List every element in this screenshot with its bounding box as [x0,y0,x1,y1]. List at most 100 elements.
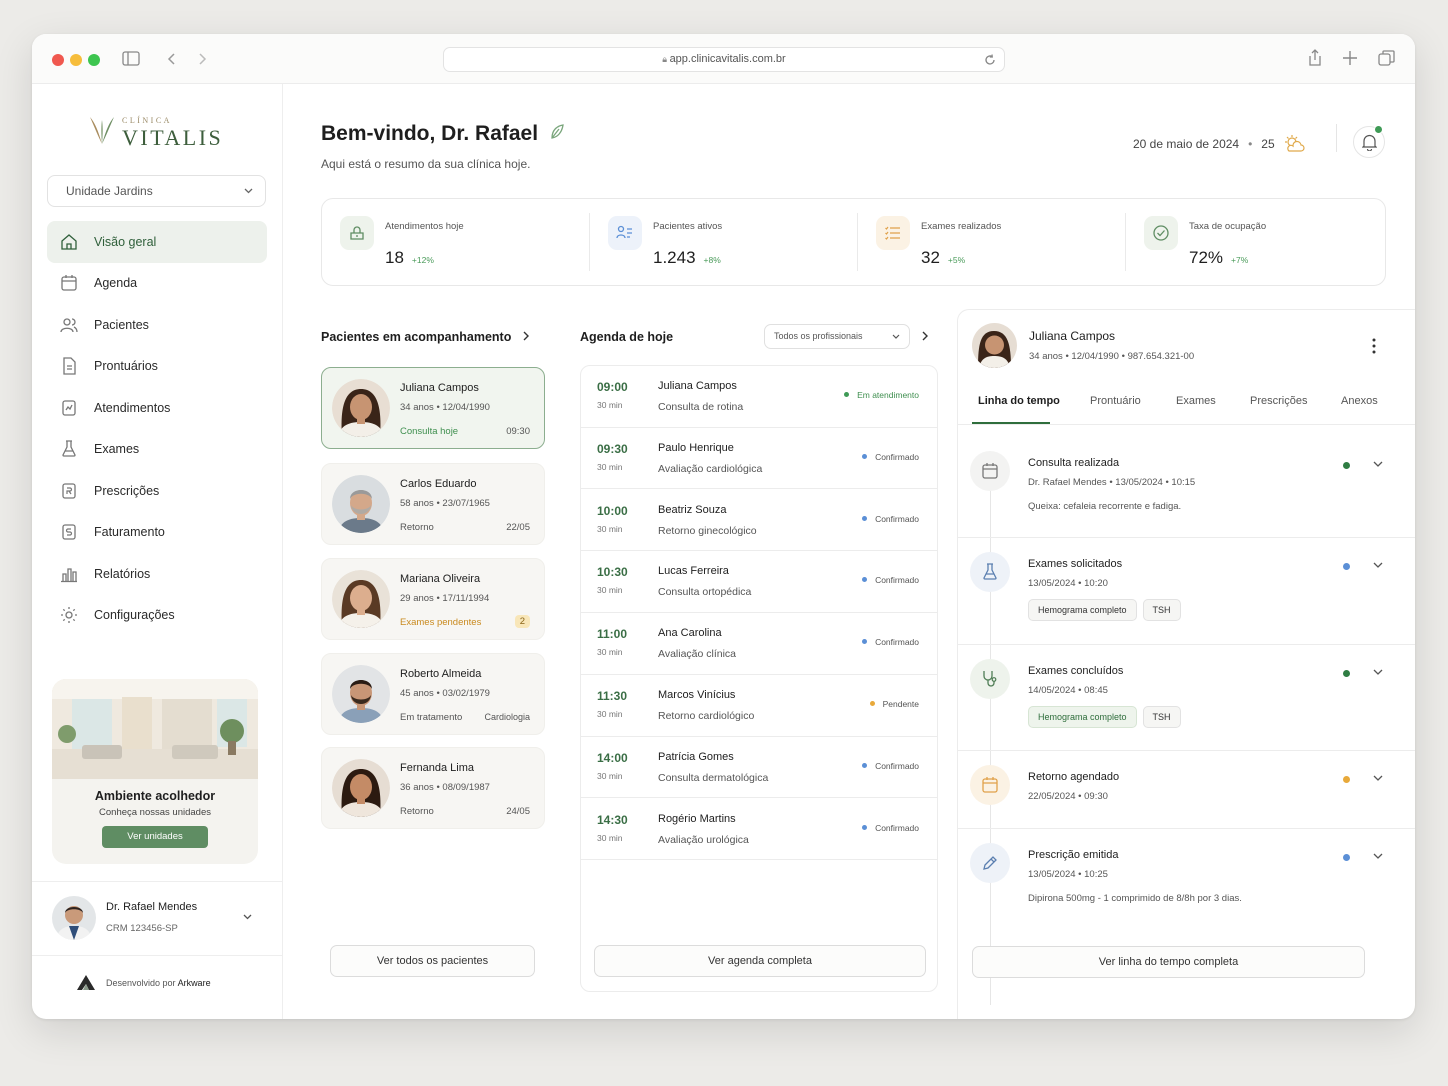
appointment-patient: Beatriz Souza [658,503,727,516]
unit-select[interactable]: Unidade Jardins [47,175,266,207]
sidebar-item-appointments[interactable]: Atendimentos [47,387,267,429]
maximize-dot[interactable] [88,54,100,66]
back-icon[interactable] [166,52,176,66]
appointment-patient: Patrícia Gomes [658,750,734,763]
stat-icon-box [340,216,374,250]
patient-card[interactable]: Mariana Oliveira 29 anos • 17/11/1994 Exam… [321,558,545,640]
timeline-note: Dipirona 500mg - 1 comprimido de 8/8h po… [1028,893,1242,904]
tab-exams[interactable]: Exames [1176,395,1216,407]
sidebar-item-records[interactable]: Prontuários [47,346,267,388]
tab-prescriptions[interactable]: Prescrições [1250,395,1307,407]
appointment-status: Confirmado [862,452,919,462]
tab-records[interactable]: Prontuário [1090,395,1141,407]
appointment-time: 11:30 [597,689,628,703]
appointment-row[interactable]: 11:00 30 min Ana Carolina Avaliação clínica… [581,613,937,675]
leaf-logo-icon [90,117,114,144]
status-label: Confirmado [875,575,919,586]
sidebar-item-reports[interactable]: Relatórios [47,553,267,595]
forward-icon[interactable] [198,52,208,66]
tabs-overview-icon[interactable] [1378,50,1395,67]
page-subtitle: Aqui está o resumo da sua clínica hoje. [321,157,531,171]
address-bar[interactable]: 🔒︎ app.clinicavitalis.com.br [443,47,1005,72]
appointment-row[interactable]: 11:30 30 min Marcos Vinícius Retorno cardio… [581,675,937,737]
tab-attachments[interactable]: Anexos [1341,395,1378,407]
stat-label: Pacientes ativos [653,221,723,232]
appointment-row[interactable]: 14:30 30 min Rogério Martins Avaliação urol… [581,799,937,861]
sidebar-item-settings[interactable]: Configurações [47,595,267,637]
timeline-event[interactable]: Prescrição emitida 13/05/2024 • 10:25 Dipi… [958,829,1415,934]
detail-patient-name: Juliana Campos [1029,329,1116,343]
appointment-row[interactable]: 10:00 30 min Beatriz Souza Retorno ginecoló… [581,490,937,552]
chevron-down-icon[interactable] [1373,461,1383,468]
checklist-icon [885,226,900,240]
patients-section-title[interactable]: Pacientes em acompanhamento [321,330,530,344]
minimize-dot[interactable] [70,54,82,66]
leaf-icon [551,124,564,139]
notifications-button[interactable] [1353,125,1385,158]
view-full-timeline-button[interactable]: Ver linha do tempo completa [972,946,1365,978]
stat-icon-box [1144,216,1178,250]
patient-card[interactable]: Carlos Eduardo 58 anos • 23/07/1965 Retorn… [321,463,545,545]
patient-meta: 58 anos • 23/07/1965 [400,498,490,509]
chevron-down-icon [892,334,900,339]
avatar [332,475,390,533]
appointment-duration: 30 min [597,523,623,534]
patients-icon [616,225,632,239]
active-tab-indicator [972,422,1050,424]
credit-brand[interactable]: Arkware [178,978,211,988]
patient-card[interactable]: Juliana Campos 34 anos • 12/04/1990 Consul… [321,367,545,449]
status-label: Confirmado [875,637,919,648]
brand-small: CLÍNICA [122,116,172,125]
patient-status: Exames pendentes [400,617,482,628]
filter-value: Todos os profissionais [774,331,863,341]
patient-card[interactable]: Fernanda Lima 36 anos • 08/09/1987 Retorno… [321,747,545,829]
avatar [332,379,390,437]
sidebar-item-billing[interactable]: Faturamento [47,512,267,554]
stat-value: 32 +5% [921,248,965,268]
close-dot[interactable] [52,54,64,66]
status-dot [1343,776,1350,783]
chevron-down-icon[interactable] [1373,562,1383,569]
chevron-down-icon[interactable] [243,914,252,920]
patient-meta: 34 anos • 12/04/1990 [400,402,490,413]
sidebar-item-agenda[interactable]: Agenda [47,263,267,305]
appointment-row[interactable]: 09:30 30 min Paulo Henrique Avaliação cardi… [581,428,937,490]
timeline-event[interactable]: Exames solicitados 13/05/2024 • 10:20 Hemo… [958,538,1415,645]
chevron-down-icon[interactable] [1373,853,1383,860]
stat-number: 1.243 [653,248,696,267]
sidebar-item-overview[interactable]: Visão geral [47,221,267,263]
user-profile[interactable]: Dr. Rafael Mendes CRM 123456-SP [32,881,282,956]
chevron-right-icon[interactable] [922,331,929,341]
appointment-row[interactable]: 14:00 30 min Patrícia Gomes Consulta dermat… [581,737,937,799]
new-tab-icon[interactable] [1343,51,1357,65]
patients-title-text: Pacientes em acompanhamento [321,330,512,344]
home-icon [61,233,77,250]
tab-timeline[interactable]: Linha do tempo [978,395,1060,407]
share-icon[interactable] [1307,49,1323,67]
chevron-down-icon[interactable] [1373,775,1383,782]
sidebar-toggle-icon[interactable] [122,51,140,67]
professional-filter-select[interactable]: Todos os profissionais [764,324,910,349]
more-options-icon[interactable] [1372,338,1376,354]
pen-icon [983,856,997,870]
timeline-event[interactable]: Exames concluídos 14/05/2024 • 08:45 Hemog… [958,645,1415,751]
timeline-meta: 13/05/2024 • 10:25 [1028,869,1108,880]
sidebar-item-prescriptions[interactable]: Prescrições [47,470,267,512]
sidebar-item-patients[interactable]: Pacientes [47,304,267,346]
flask-icon [983,563,997,580]
patient-card[interactable]: Roberto Almeida 45 anos • 03/02/1979 Em tr… [321,653,545,735]
view-all-patients-button[interactable]: Ver todos os pacientes [330,945,535,977]
user-name: Dr. Rafael Mendes [106,901,198,913]
appointment-time: 14:00 [597,750,628,765]
view-units-button[interactable]: Ver unidades [102,826,208,848]
sidebar-item-exams[interactable]: Exames [47,429,267,471]
timeline-event[interactable]: Consulta realizada Dr. Rafael Mendes • 13… [958,437,1415,538]
unit-select-value: Unidade Jardins [66,184,153,198]
appointment-row[interactable]: 09:00 30 min Juliana Campos Consulta de rot… [581,366,937,428]
reload-icon[interactable] [984,54,996,66]
appointment-row[interactable]: 10:30 30 min Lucas Ferreira Consulta ortopé… [581,551,937,613]
view-full-agenda-button[interactable]: Ver agenda completa [594,945,926,977]
timeline-event[interactable]: Retorno agendado 22/05/2024 • 09:30 [958,751,1415,829]
patient-card-right: 09:30 [506,426,530,437]
chevron-down-icon[interactable] [1373,669,1383,676]
